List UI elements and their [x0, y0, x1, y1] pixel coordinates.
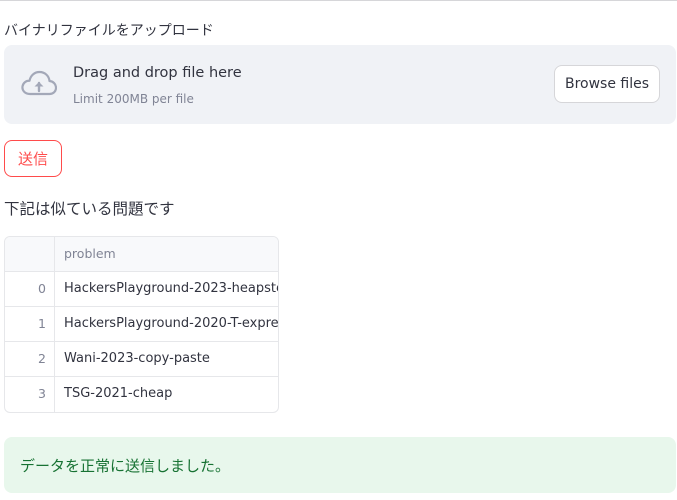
row-index: 1: [5, 307, 55, 341]
file-uploader-label: バイナリファイルをアップロード: [4, 23, 214, 39]
problem-cell[interactable]: HackersPlayground-2020-T-express: [56, 307, 278, 341]
problem-cell[interactable]: HackersPlayground-2023-heapster: [56, 272, 278, 306]
table-row: 0 HackersPlayground-2023-heapster: [5, 272, 278, 307]
file-dropzone[interactable]: Drag and drop file here Limit 200MB per …: [4, 45, 676, 124]
cloud-upload-icon: [21, 70, 57, 96]
row-index: 2: [5, 342, 55, 376]
row-index: 3: [5, 377, 55, 412]
row-index: 0: [5, 272, 55, 306]
problem-cell[interactable]: Wani-2023-copy-paste: [56, 342, 210, 376]
similar-problems-heading: 下記は似ている問題です: [4, 200, 175, 218]
problem-column-header[interactable]: problem: [56, 237, 116, 271]
index-column-header[interactable]: [5, 237, 55, 271]
table-row: 3 TSG-2021-cheap: [5, 377, 278, 412]
success-message: データを正常に送信しました。: [20, 457, 231, 475]
table-row: 2 Wani-2023-copy-paste: [5, 342, 278, 377]
dropzone-title: Drag and drop file here: [73, 65, 242, 81]
page: バイナリファイルをアップロード Drag and drop file here …: [0, 0, 677, 500]
browse-files-button[interactable]: Browse files: [554, 65, 660, 103]
table-row: 1 HackersPlayground-2020-T-express: [5, 307, 278, 342]
dropzone-size-limit: Limit 200MB per file: [73, 92, 194, 106]
similar-problems-table: problem 0 HackersPlayground-2023-heapste…: [4, 236, 279, 413]
top-divider: [0, 0, 677, 1]
problem-cell[interactable]: TSG-2021-cheap: [56, 377, 172, 412]
success-alert: データを正常に送信しました。: [4, 437, 676, 493]
submit-button[interactable]: 送信: [4, 140, 62, 177]
table-header-row: problem: [5, 237, 278, 272]
